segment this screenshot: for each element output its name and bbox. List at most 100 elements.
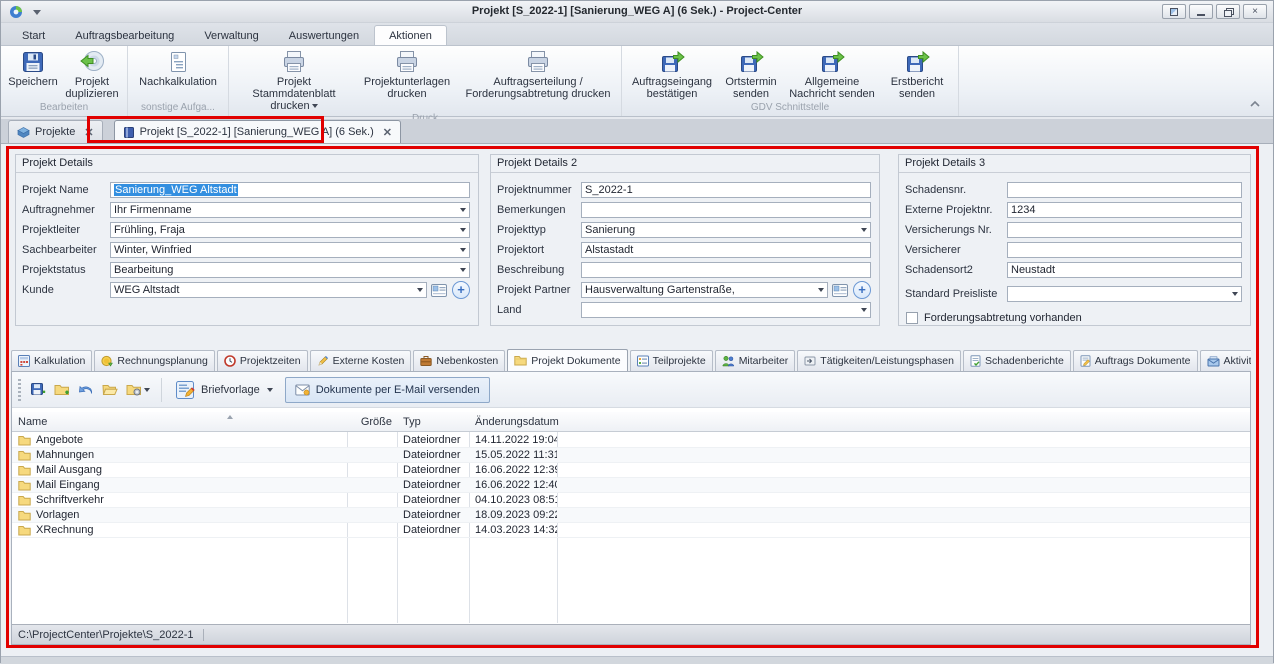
kunde-combobox[interactable]: WEG Altstadt [110, 282, 427, 298]
sachbearbeiter-combobox[interactable]: Winter, Winfried [110, 242, 470, 258]
open-folder-icon [102, 382, 118, 398]
tab-kalkulation[interactable]: Kalkulation [11, 350, 92, 371]
column-header-typ[interactable]: Typ [397, 412, 469, 431]
tab-teilprojekte[interactable]: Teilprojekte [630, 350, 713, 371]
field-label: Projektstatus [22, 264, 110, 276]
forderungsabtretung-checkbox[interactable] [906, 312, 918, 324]
checkbox-label: Forderungsabtretung vorhanden [924, 312, 1082, 324]
projektort-input[interactable]: Alstastadt [581, 242, 871, 258]
dokumente-per-email-versenden-button[interactable]: Dokumente per E-Mail versenden [285, 377, 490, 403]
tab-auftrags-dokumente[interactable]: Auftrags Dokumente [1073, 350, 1198, 371]
email-icon [295, 384, 310, 396]
chevron-down-icon[interactable] [857, 223, 870, 237]
tab-schadenberichte[interactable]: Schadenberichte [963, 350, 1071, 371]
projekt-partner-combobox[interactable]: Hausverwaltung Gartenstraße, [581, 282, 828, 298]
style-button[interactable] [1162, 4, 1186, 19]
auftragnehmer-combobox[interactable]: Ihr Firmenname [110, 202, 470, 218]
projektunterlagen-drucken-button[interactable]: Projektunterlagen drucken [355, 46, 459, 100]
close-tab-icon[interactable]: ✕ [383, 126, 392, 139]
tab-taetigkeiten-leistungsphasen[interactable]: Tätigkeiten/Leistungsphasen [797, 350, 961, 371]
tab-externe-kosten[interactable]: Externe Kosten [310, 350, 412, 371]
allgemeine-nachricht-senden-button[interactable]: Allgemeine Nachricht senden [784, 46, 880, 100]
chevron-down-icon[interactable] [456, 203, 469, 217]
bemerkungen-input[interactable] [581, 202, 871, 218]
table-row[interactable]: Mail Eingang Dateiordner 16.06.2022 12:4… [12, 478, 1250, 493]
briefvorlage-button[interactable]: Briefvorlage [168, 377, 279, 403]
erstbericht-senden-button[interactable]: Erstbericht senden [880, 46, 954, 100]
standard-preisliste-combobox[interactable] [1007, 286, 1242, 302]
speichern-button[interactable]: Speichern [5, 46, 61, 88]
auftragserteilung-drucken-button[interactable]: Auftragserteilung / Forderungsabtretung … [459, 46, 617, 100]
chevron-down-icon[interactable] [1228, 287, 1241, 301]
table-row[interactable]: Angebote Dateiordner 14.11.2022 19:04 [12, 433, 1250, 448]
tab-mitarbeiter[interactable]: Mitarbeiter [715, 350, 796, 371]
folder-icon [18, 525, 31, 536]
stammdatenblatt-drucken-button[interactable]: Projekt Stammdatenblatt drucken [233, 46, 355, 112]
projekttyp-combobox[interactable]: Sanierung [581, 222, 871, 238]
projekt-duplizieren-button[interactable]: Projekt duplizieren [61, 46, 123, 100]
document-tab-projekt-s2022-1[interactable]: Projekt [S_2022-1] [Sanierung_WEG A] (6 … [114, 120, 401, 143]
schadensort2-input[interactable]: Neustadt [1007, 262, 1242, 278]
contact-card-icon[interactable] [831, 283, 848, 298]
open-folder-button[interactable] [99, 379, 121, 401]
table-header: Name Größe Typ Änderungsdatum [12, 412, 1250, 432]
toolbar-grip[interactable] [18, 379, 21, 401]
land-combobox[interactable] [581, 302, 871, 318]
chevron-down-icon[interactable] [857, 303, 870, 317]
add-partner-button[interactable]: + [853, 281, 871, 299]
document-tab-projekte[interactable]: Projekte ✕ [8, 120, 103, 143]
chevron-down-icon[interactable] [456, 263, 469, 277]
tab-rechnungsplanung[interactable]: Rechnungsplanung [94, 350, 215, 371]
restore-button[interactable] [1216, 4, 1240, 19]
ribbon-group-label: sonstige Aufga... [132, 101, 224, 116]
beschreibung-input[interactable] [581, 262, 871, 278]
externe-projektnr-input[interactable]: 1234 [1007, 202, 1242, 218]
auftragseingang-bestaetigen-button[interactable]: Auftragseingang bestätigen [626, 46, 718, 100]
table-row[interactable]: Vorlagen Dateiordner 18.09.2023 09:22 [12, 508, 1250, 523]
column-header-groesse[interactable]: Größe [347, 412, 397, 431]
document-tab-bar: Projekte ✕ Projekt [S_2022-1] [Sanierung… [1, 119, 1273, 143]
tab-nebenkosten[interactable]: Nebenkosten [413, 350, 505, 371]
projekt-name-input[interactable]: Sanierung_WEG Altstadt [110, 182, 470, 198]
undo-button[interactable] [75, 379, 97, 401]
column-header-aenderungsdatum[interactable]: Änderungsdatum [469, 412, 557, 431]
table-row[interactable]: XRechnung Dateiordner 14.03.2023 14:32 [12, 523, 1250, 538]
ribbon-tab-auswertungen[interactable]: Auswertungen [274, 25, 374, 45]
save-add-button[interactable] [27, 379, 49, 401]
collapse-ribbon-icon[interactable] [1249, 98, 1261, 108]
nachkalkulation-button[interactable]: Nachkalkulation [132, 46, 224, 88]
projektleiter-combobox[interactable]: Frühling, Fraja [110, 222, 470, 238]
ribbon-tab-aktionen[interactable]: Aktionen [374, 25, 447, 45]
table-row[interactable]: Schriftverkehr Dateiordner 04.10.2023 08… [12, 493, 1250, 508]
table-row[interactable]: Mail Ausgang Dateiordner 16.06.2022 12:3… [12, 463, 1250, 478]
minimize-button[interactable] [1189, 4, 1213, 19]
versicherungs-nr-input[interactable] [1007, 222, 1242, 238]
projektstatus-combobox[interactable]: Bearbeitung [110, 262, 470, 278]
chevron-down-icon[interactable] [814, 283, 827, 297]
chevron-down-icon[interactable] [456, 243, 469, 257]
folder-options-button[interactable] [123, 379, 153, 401]
schadensnr-input[interactable] [1007, 182, 1242, 198]
table-row[interactable]: Mahnungen Dateiordner 15.05.2022 11:31 [12, 448, 1250, 463]
close-tab-icon[interactable]: ✕ [84, 126, 93, 139]
send-disk-icon [738, 49, 764, 75]
projektnummer-input[interactable]: S_2022-1 [581, 182, 871, 198]
ortstermin-senden-button[interactable]: Ortstermin senden [718, 46, 784, 100]
ribbon-tab-start[interactable]: Start [7, 25, 60, 45]
folder-add-button[interactable] [51, 379, 73, 401]
tab-aktivitaeten[interactable]: Aktivitäten [1200, 350, 1251, 371]
printer-icon [394, 49, 420, 75]
ribbon-tab-verwaltung[interactable]: Verwaltung [189, 25, 273, 45]
ribbon-group-druck: Projekt Stammdatenblatt drucken Projektu… [229, 46, 622, 116]
chevron-down-icon[interactable] [456, 223, 469, 237]
contact-card-icon[interactable] [430, 283, 447, 298]
tab-projekt-dokumente[interactable]: Projekt Dokumente [507, 349, 627, 371]
tab-projektzeiten[interactable]: Projektzeiten [217, 350, 308, 371]
ribbon-tab-auftragsbearbeitung[interactable]: Auftragsbearbeitung [60, 25, 189, 45]
add-kunde-button[interactable]: + [452, 281, 470, 299]
versicherer-input[interactable] [1007, 242, 1242, 258]
chevron-down-icon[interactable] [413, 283, 426, 297]
close-button[interactable]: × [1243, 4, 1267, 19]
column-header-name[interactable]: Name [12, 412, 347, 431]
dropdown-caret-icon [144, 388, 150, 392]
